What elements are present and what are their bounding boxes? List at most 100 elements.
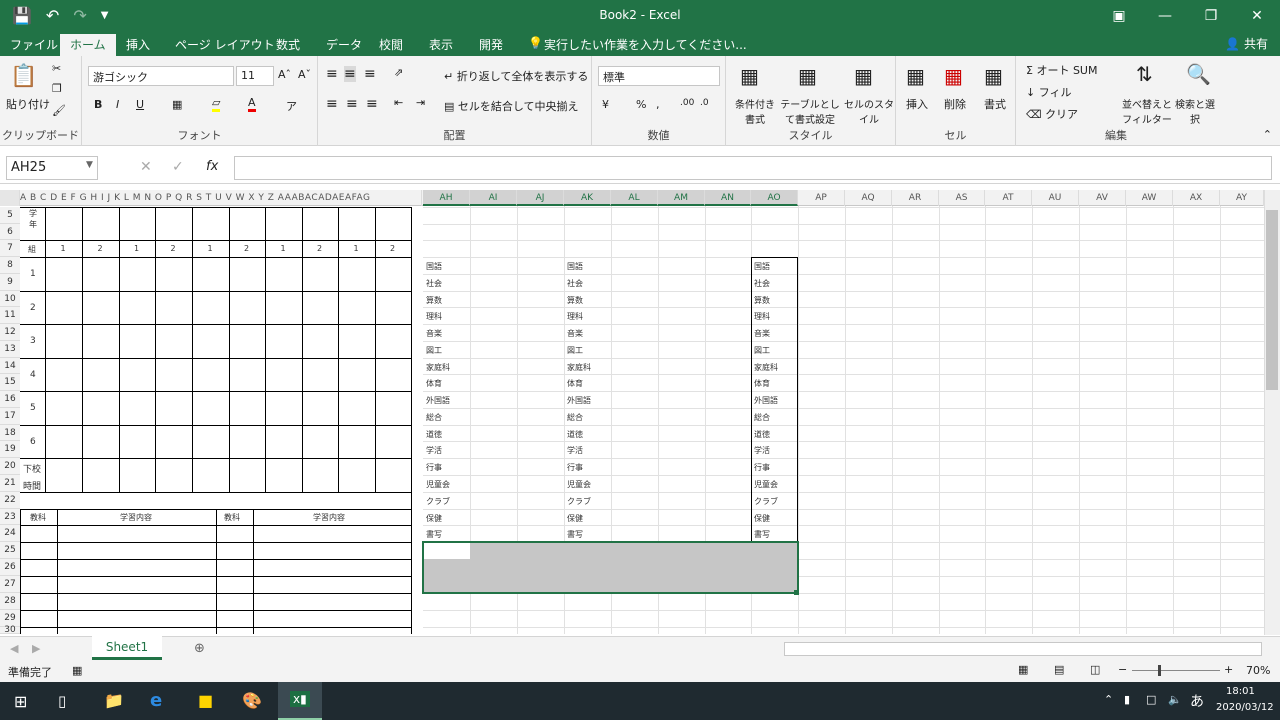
- subject-cell[interactable]: 総合: [754, 412, 770, 423]
- subject-cell[interactable]: 音楽: [426, 328, 442, 339]
- macro-record-icon[interactable]: ▦: [72, 664, 82, 677]
- zoom-slider-thumb[interactable]: [1158, 665, 1161, 676]
- subject-cell[interactable]: 算数: [754, 295, 770, 306]
- row-header[interactable]: 17: [0, 408, 20, 425]
- minimize-button[interactable]: —: [1142, 0, 1188, 32]
- row-header[interactable]: 6: [0, 224, 20, 240]
- column-header[interactable]: AN: [705, 190, 751, 206]
- delete-cells-icon[interactable]: ▦: [944, 64, 963, 88]
- subject-cell[interactable]: 行事: [754, 462, 770, 473]
- vertical-scrollbar-thumb[interactable]: [1266, 210, 1278, 390]
- column-header[interactable]: AJ: [517, 190, 564, 206]
- subject-cell[interactable]: 家庭科: [567, 362, 591, 373]
- tab-review[interactable]: 校閲: [379, 36, 403, 53]
- align-bottom-icon[interactable]: ≡: [364, 66, 376, 82]
- align-right-icon[interactable]: ≡: [366, 96, 378, 112]
- clock-date[interactable]: 2020/03/12: [1216, 702, 1274, 713]
- insert-cells-button[interactable]: 挿入: [906, 96, 928, 112]
- subject-cell[interactable]: 学活: [754, 445, 770, 456]
- subject-cell[interactable]: 外国語: [426, 395, 450, 406]
- format-painter-icon[interactable]: 🖌: [52, 104, 66, 117]
- row-header[interactable]: 7: [0, 240, 20, 257]
- row-header[interactable]: 20: [0, 458, 20, 475]
- subject-cell[interactable]: 社会: [754, 278, 770, 289]
- subject-cell[interactable]: 音楽: [567, 328, 583, 339]
- row-header[interactable]: 10: [0, 291, 20, 307]
- sticky-notes-icon[interactable]: ■: [198, 691, 213, 710]
- subject-cell[interactable]: 図工: [754, 345, 770, 356]
- align-center-icon[interactable]: ≡: [346, 96, 358, 112]
- row-header[interactable]: 26: [0, 559, 20, 576]
- format-table-icon[interactable]: ▦: [798, 64, 817, 88]
- delete-cells-button[interactable]: 削除: [944, 96, 966, 112]
- subject-cell[interactable]: 理科: [754, 311, 770, 322]
- name-box[interactable]: AH25: [6, 156, 98, 180]
- format-cells-icon[interactable]: ▦: [984, 64, 1003, 88]
- column-header[interactable]: AL: [611, 190, 658, 206]
- column-header[interactable]: AO: [751, 190, 798, 206]
- subject-cell[interactable]: 保健: [567, 513, 583, 524]
- row-header[interactable]: 14: [0, 358, 20, 374]
- phonetic-icon[interactable]: ア: [286, 98, 297, 114]
- conditional-format-icon[interactable]: ▦: [740, 64, 759, 88]
- cancel-icon[interactable]: ✕: [140, 159, 152, 175]
- bold-icon[interactable]: B: [94, 98, 102, 111]
- font-name-select[interactable]: 游ゴシック: [88, 66, 234, 86]
- format-table-button[interactable]: テーブルとして書式設定: [778, 96, 842, 126]
- row-header[interactable]: 8: [0, 257, 20, 274]
- row-header[interactable]: 12: [0, 324, 20, 341]
- column-header[interactable]: AV: [1079, 190, 1126, 206]
- tab-formulas[interactable]: 数式: [276, 36, 300, 53]
- network-icon[interactable]: □: [1146, 693, 1156, 706]
- align-top-icon[interactable]: ≡: [326, 66, 338, 82]
- select-all-corner[interactable]: [0, 190, 20, 206]
- formula-input[interactable]: [234, 156, 1272, 180]
- subject-cell[interactable]: 音楽: [754, 328, 770, 339]
- insert-cells-icon[interactable]: ▦: [906, 64, 925, 88]
- clipboard-paste-icon[interactable]: 📋: [10, 64, 37, 89]
- subject-cell[interactable]: 社会: [426, 278, 442, 289]
- cell-styles-icon[interactable]: ▦: [854, 64, 873, 88]
- show-hidden-icons[interactable]: ⌃: [1104, 693, 1113, 706]
- shrink-font-icon[interactable]: Aˇ: [298, 68, 311, 81]
- paste-button[interactable]: 貼り付け: [6, 96, 50, 112]
- subject-cell[interactable]: 学活: [567, 445, 583, 456]
- subject-cell[interactable]: 理科: [426, 311, 442, 322]
- row-header[interactable]: 5: [0, 207, 20, 224]
- page-break-view-icon[interactable]: ◫: [1090, 663, 1100, 676]
- decrease-decimal-icon[interactable]: .0: [700, 98, 709, 108]
- subject-cell[interactable]: 国語: [567, 261, 583, 272]
- align-left-icon[interactable]: ≡: [326, 96, 338, 112]
- border-icon[interactable]: ▦: [172, 98, 182, 111]
- subject-cell[interactable]: 図工: [567, 345, 583, 356]
- row-header[interactable]: 24: [0, 525, 20, 542]
- row-header[interactable]: 25: [0, 542, 20, 559]
- subject-cell[interactable]: 理科: [567, 311, 583, 322]
- subject-cell[interactable]: 行事: [426, 462, 442, 473]
- format-cells-button[interactable]: 書式: [984, 96, 1006, 112]
- subject-cell[interactable]: 書写: [754, 529, 770, 540]
- clear-button[interactable]: ⌫ クリア: [1026, 106, 1078, 122]
- subject-cell[interactable]: 学活: [426, 445, 442, 456]
- orientation-icon[interactable]: ⇗: [394, 66, 403, 79]
- zoom-slider[interactable]: [1132, 670, 1220, 671]
- row-header[interactable]: 19: [0, 441, 20, 458]
- column-header[interactable]: AM: [658, 190, 705, 206]
- italic-icon[interactable]: I: [116, 98, 119, 111]
- row-header[interactable]: 16: [0, 391, 20, 408]
- enter-icon[interactable]: ✓: [172, 159, 184, 175]
- row-header[interactable]: 21: [0, 475, 20, 492]
- sheet-tab-sheet1[interactable]: Sheet1: [92, 636, 162, 660]
- namebox-dropdown-icon[interactable]: ▼: [86, 160, 93, 170]
- tab-file[interactable]: ファイル: [10, 36, 58, 53]
- font-color-icon[interactable]: A: [248, 96, 256, 112]
- subject-cell[interactable]: 道徳: [567, 429, 583, 440]
- subject-cell[interactable]: 外国語: [567, 395, 591, 406]
- tab-data[interactable]: データ: [326, 36, 362, 53]
- tab-page-layout[interactable]: ページ レイアウト: [175, 36, 275, 53]
- share-button[interactable]: 👤 共有: [1225, 35, 1268, 52]
- edge-browser-icon[interactable]: e: [150, 690, 162, 711]
- row-header[interactable]: 9: [0, 274, 20, 291]
- zoom-in-icon[interactable]: +: [1224, 663, 1233, 676]
- subject-cell[interactable]: 行事: [567, 462, 583, 473]
